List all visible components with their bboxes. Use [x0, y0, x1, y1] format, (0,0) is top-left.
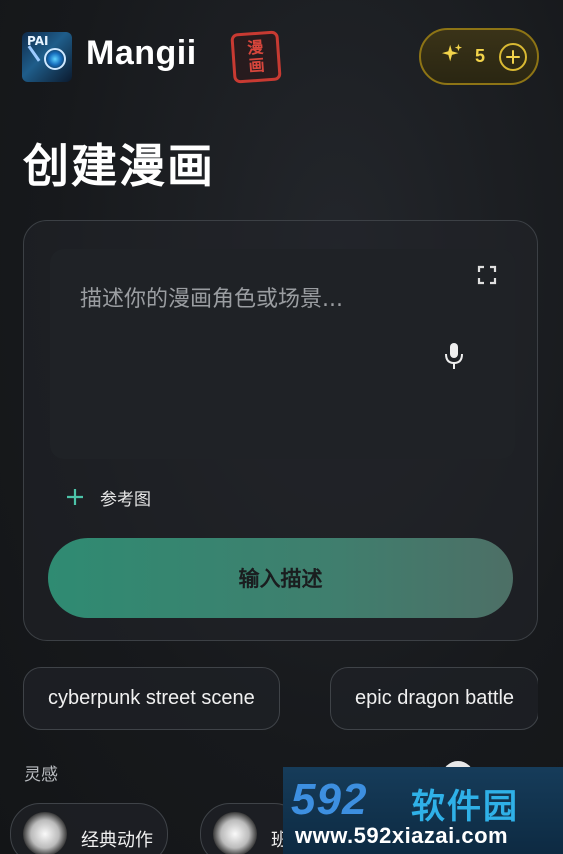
- expand-icon[interactable]: [477, 265, 497, 285]
- reference-image-label: 参考图: [100, 490, 151, 510]
- prompt-placeholder: 描述你的漫画角色或场景...: [80, 287, 343, 312]
- credits-pill[interactable]: 5: [419, 28, 539, 85]
- logo-eye-icon: [44, 48, 66, 70]
- watermark-url: www.592xiazai.com: [295, 823, 509, 848]
- inspiration-thumbnail: [213, 812, 257, 854]
- suggestion-chip[interactable]: cyberpunk street scene: [23, 667, 280, 730]
- suggestion-chips: cyberpunk street scene epic dragon battl…: [23, 667, 538, 731]
- add-reference-image[interactable]: 参考图: [66, 485, 151, 510]
- inspiration-item-label: 经典动作: [81, 830, 153, 851]
- plus-icon: [506, 49, 521, 64]
- app-header: PAI Mangii 漫 画 5: [22, 28, 539, 86]
- sparkles-icon: [441, 43, 465, 70]
- inspiration-heading: 灵感: [24, 765, 58, 785]
- plus-icon: [66, 488, 86, 508]
- inspiration-thumbnail: [23, 812, 67, 854]
- credits-count: 5: [475, 46, 486, 66]
- app-logo[interactable]: PAI: [22, 32, 72, 82]
- brand-name: Mangii: [86, 34, 197, 72]
- site-watermark: 592 软件园 www.592xiazai.com: [283, 767, 563, 854]
- prompt-textarea[interactable]: 描述你的漫画角色或场景...: [50, 249, 515, 459]
- composer-card: 描述你的漫画角色或场景... 参考图 输入描述: [23, 220, 538, 641]
- microphone-icon[interactable]: [443, 341, 465, 371]
- watermark-brand: 软件园: [411, 787, 519, 827]
- watermark-number: 592: [291, 775, 368, 824]
- inspiration-item[interactable]: 经典动作: [10, 803, 168, 854]
- submit-button[interactable]: 输入描述: [48, 538, 513, 618]
- page-title: 创建漫画: [23, 139, 215, 193]
- manga-seal-badge: 漫 画: [230, 30, 282, 84]
- seal-char-2: 画: [247, 55, 266, 76]
- suggestion-chip[interactable]: epic dragon battle: [330, 667, 538, 730]
- add-credits-button[interactable]: [499, 42, 528, 71]
